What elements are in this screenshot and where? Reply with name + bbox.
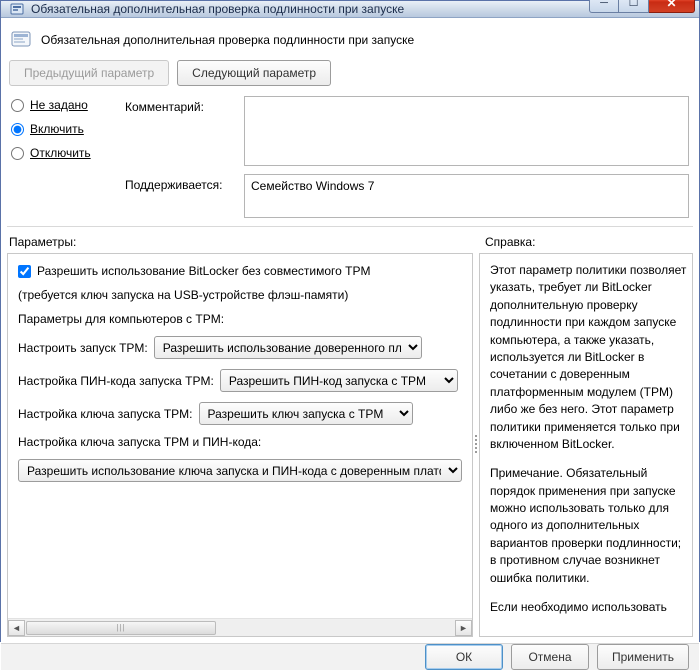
- scroll-thumb[interactable]: [26, 621, 216, 635]
- allow-without-tpm-label: Разрешить использование BitLocker без со…: [37, 264, 370, 278]
- radio-disabled-label: Отключить: [30, 146, 91, 160]
- splitter-grip-icon: [475, 435, 477, 455]
- radio-disabled[interactable]: Отключить: [11, 146, 121, 160]
- supported-label: Поддерживается:: [125, 174, 240, 192]
- next-setting-button[interactable]: Следующий параметр: [177, 60, 331, 86]
- cancel-button[interactable]: Отмена: [511, 644, 589, 670]
- tpm-pin-row: Настройка ПИН-кода запуска TPM: Разрешит…: [18, 369, 462, 392]
- tpm-pin-select[interactable]: Разрешить ПИН-код запуска с TPM: [220, 369, 458, 392]
- tpm-startup-label: Настроить запуск TPM:: [18, 341, 148, 355]
- tpm-pin-label: Настройка ПИН-кода запуска TPM:: [18, 374, 214, 388]
- minimize-button[interactable]: ─: [589, 0, 619, 13]
- window-title: Обязательная дополнительная проверка под…: [31, 2, 589, 16]
- radio-disabled-input[interactable]: [11, 147, 24, 160]
- comment-textarea[interactable]: [244, 96, 689, 166]
- scroll-left-arrow[interactable]: ◄: [8, 620, 25, 636]
- radio-enabled-label: Включить: [30, 122, 84, 136]
- usb-note: (требуется ключ запуска на USB-устройств…: [18, 288, 462, 302]
- tpm-key-pin-label: Настройка ключа запуска TPM и ПИН-кода:: [18, 435, 462, 449]
- ok-button[interactable]: ОК: [425, 644, 503, 670]
- supported-text: Семейство Windows 7: [251, 179, 374, 193]
- allow-without-tpm-row[interactable]: Разрешить использование BitLocker без со…: [18, 264, 462, 278]
- titlebar[interactable]: Обязательная дополнительная проверка под…: [1, 1, 699, 18]
- panels: Разрешить использование BitLocker без со…: [7, 253, 693, 637]
- supported-box[interactable]: Семейство Windows 7: [244, 174, 689, 218]
- state-radio-group: Не задано Включить Отключить: [11, 96, 121, 166]
- prev-setting-button[interactable]: Предыдущий параметр: [9, 60, 169, 86]
- policy-header: Обязательная дополнительная проверка под…: [7, 24, 693, 60]
- tpm-startup-select[interactable]: Разрешить использование доверенного плат…: [154, 336, 422, 359]
- policy-title: Обязательная дополнительная проверка под…: [41, 33, 414, 47]
- apply-button[interactable]: Применить: [597, 644, 689, 670]
- comment-label: Комментарий:: [125, 96, 240, 166]
- parameters-hscrollbar[interactable]: ◄ ►: [8, 618, 472, 636]
- radio-enabled-input[interactable]: [11, 123, 24, 136]
- parameters-panel: Разрешить использование BitLocker без со…: [7, 253, 473, 637]
- nav-buttons: Предыдущий параметр Следующий параметр: [7, 60, 693, 96]
- tpm-key-pin-row: Разрешить использование ключа запуска и …: [18, 459, 462, 482]
- divider: [7, 226, 693, 227]
- allow-without-tpm-checkbox[interactable]: [18, 265, 31, 278]
- tpm-key-label: Настройка ключа запуска TPM:: [18, 407, 193, 421]
- dialog-footer: ОК Отмена Применить: [1, 643, 699, 670]
- radio-not-configured-input[interactable]: [11, 99, 24, 112]
- policy-icon: [9, 28, 33, 52]
- radio-not-configured-label: Не задано: [30, 98, 88, 112]
- scroll-track[interactable]: [25, 620, 455, 636]
- tpm-key-pin-select[interactable]: Разрешить использование ключа запуска и …: [18, 459, 462, 482]
- help-paragraph-1: Этот параметр политики позволяет указать…: [490, 262, 688, 453]
- tpm-startup-row: Настроить запуск TPM: Разрешить использо…: [18, 336, 462, 359]
- help-paragraph-3: Если необходимо использовать: [490, 599, 688, 616]
- tpm-key-row: Настройка ключа запуска TPM: Разрешить к…: [18, 402, 462, 425]
- window-controls: ─ ☐ ✕: [589, 0, 695, 13]
- parameters-body: Разрешить использование BitLocker без со…: [8, 254, 472, 618]
- tpm-header: Параметры для компьютеров с TPM:: [18, 312, 462, 326]
- maximize-button[interactable]: ☐: [619, 0, 649, 13]
- app-icon: [9, 1, 25, 17]
- radio-not-configured[interactable]: Не задано: [11, 98, 121, 112]
- help-label: Справка:: [479, 231, 693, 253]
- scroll-right-arrow[interactable]: ►: [455, 620, 472, 636]
- help-paragraph-2: Примечание. Обязательный порядок примене…: [490, 465, 688, 587]
- dialog-window: Обязательная дополнительная проверка под…: [0, 0, 700, 642]
- radio-enabled[interactable]: Включить: [11, 122, 121, 136]
- help-panel[interactable]: Этот параметр политики позволяет указать…: [479, 253, 693, 637]
- parameters-label: Параметры:: [7, 231, 473, 253]
- upper-grid: Не задано Включить Отключить Комментарий…: [7, 96, 693, 226]
- close-button[interactable]: ✕: [649, 0, 695, 13]
- panel-headers: Параметры: Справка:: [7, 231, 693, 253]
- content-area: Обязательная дополнительная проверка под…: [1, 18, 699, 643]
- tpm-key-select[interactable]: Разрешить ключ запуска с TPM: [199, 402, 413, 425]
